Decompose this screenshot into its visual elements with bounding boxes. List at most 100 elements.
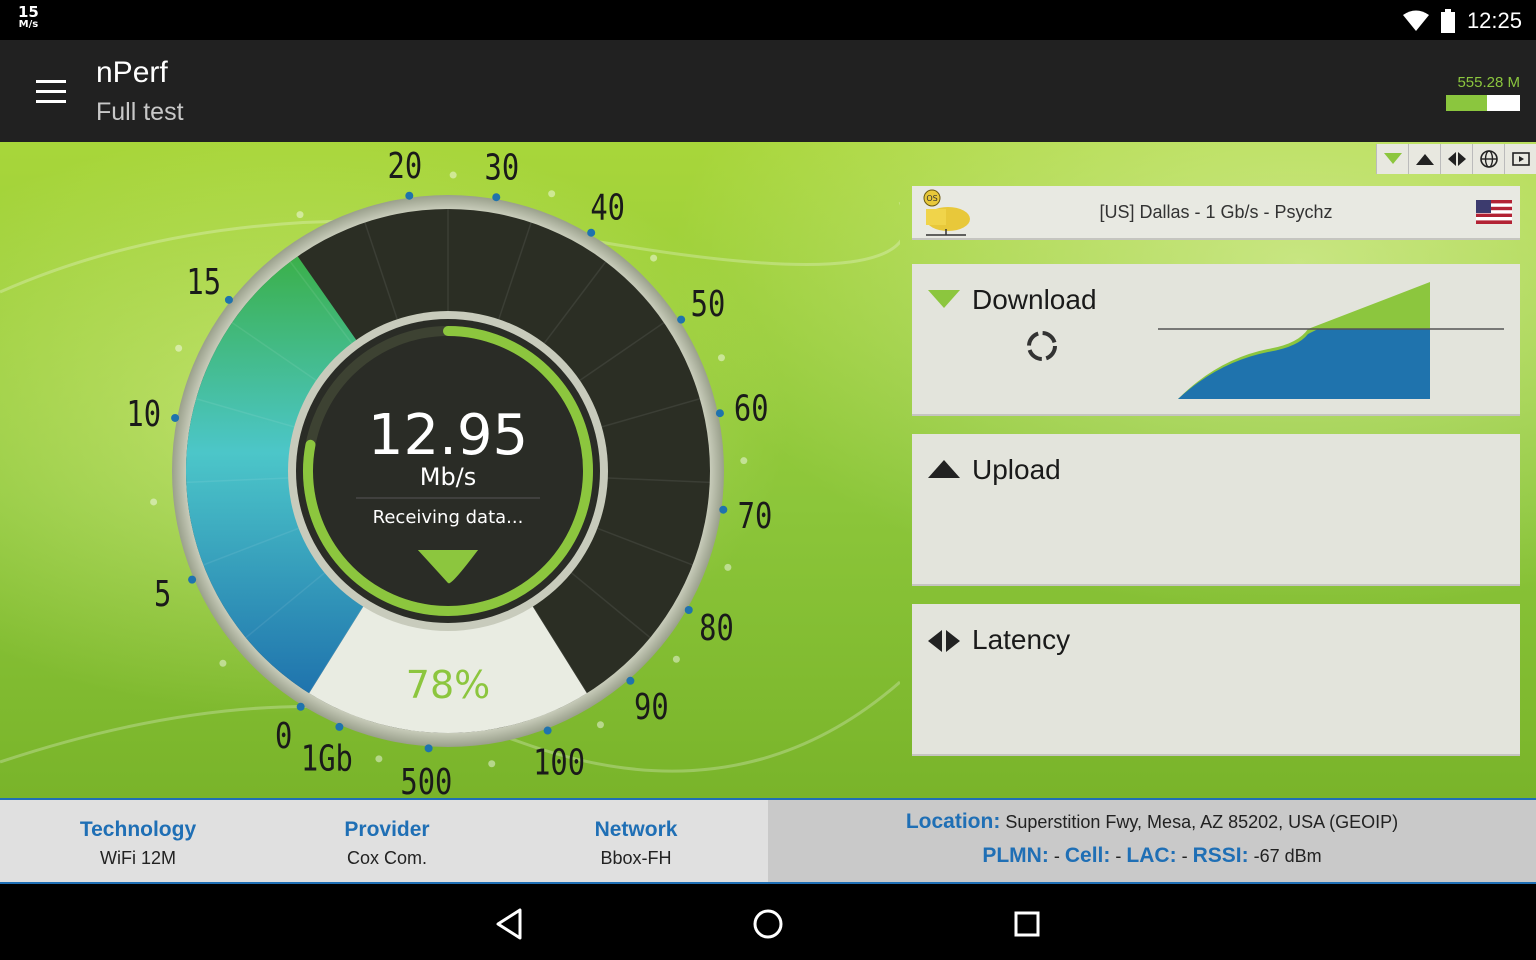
gauge-minor-tick [717,354,725,362]
gauge-tick-mark [677,315,686,324]
tab-upload[interactable] [1408,144,1440,174]
clock: 12:25 [1466,8,1522,33]
status-bar: 15 M/s 12:25 [0,0,1536,40]
us-flag-icon [1476,200,1512,224]
browse-icon [1511,152,1530,166]
gauge-tick-mark [171,413,180,422]
technology-value: WiFi 12M [100,848,176,868]
cell-label: Cell: [1064,844,1111,867]
gauge-scale-label: 50 [691,283,726,325]
data-usage-indicator: 555.28 M [1446,74,1520,111]
gauge-tick-mark [719,505,728,514]
rssi-value: -67 dBm [1253,846,1322,866]
upload-icon [1415,154,1434,165]
main-panel: 0 5 10 15 20 30 40 50 60 70 80 90 100 500 1Gb 12.95 Mb… [0,142,1536,798]
home-icon[interactable] [748,904,788,944]
network-speed-indicator: 15 M/s [18,5,39,31]
gauge-minor-tick [150,498,158,506]
gauge-minor-tick [488,760,496,768]
download-icon [928,290,960,308]
gauge-tick-mark [296,702,305,711]
provider-value: Cox Com. [346,848,427,868]
location-label: Location: [905,810,1001,833]
technology-info: Technology WiFi 12M [18,818,258,869]
latency-icon [928,630,960,652]
server-selector[interactable]: OS [US] Dallas - 1 Gb/s - Psychz [912,186,1520,240]
globe-icon [1479,150,1498,168]
hamburger-menu-icon[interactable] [28,72,74,112]
gauge-scale-label: 5 [154,573,171,615]
download-icon [1383,153,1402,164]
gauge-scale-label: 30 [485,147,520,189]
gauge-scale-label: 80 [699,607,734,649]
gauge-minor-tick [596,721,604,729]
gauge-tick-mark [626,676,635,685]
provider-info: Provider Cox Com. [267,818,507,869]
gauge-scale-label: 90 [634,686,669,728]
system-nav-bar [0,884,1536,960]
data-usage-fill [1446,95,1487,111]
gauge-tick-mark [715,409,724,418]
gauge-tick-mark [684,606,693,614]
speed-value: 12.95 [368,403,528,468]
speed-gauge: 0 5 10 15 20 30 40 50 60 70 80 90 100 500 1Gb 12.95 Mb… [0,145,900,798]
gauge-minor-tick [650,254,658,262]
rssi-label: RSSI: [1192,844,1249,867]
upload-card[interactable]: Upload [912,434,1520,586]
tab-download[interactable] [1376,144,1408,174]
latency-card[interactable]: Latency [912,604,1520,756]
gauge-scale-label: 60 [734,387,769,429]
upload-label: Upload [972,454,1061,485]
location-value: Superstition Fwy, Mesa, AZ 85202, USA (G… [1005,812,1399,832]
technology-label: Technology [79,818,197,841]
tab-browse[interactable] [1472,144,1504,174]
gauge-tick-mark [405,191,414,200]
plmn-value: - [1053,846,1060,866]
gauge-scale-label: 10 [126,393,161,435]
latency-label: Latency [972,624,1071,655]
gauge-tick-mark [543,726,552,735]
lac-value: - [1181,846,1188,866]
app-title: nPerf [96,56,168,89]
download-card[interactable]: Download [912,264,1520,416]
app-bar: nPerf Full test 555.28 M [0,40,1536,142]
gauge-tick-mark [587,228,596,237]
loading-spinner-icon [1027,331,1057,361]
recents-icon[interactable] [1007,904,1047,944]
lac-label: LAC: [1126,844,1177,867]
upload-icon [928,460,960,478]
network-info: Network Bbox-FH [516,818,756,869]
tab-stream[interactable] [1504,144,1536,174]
network-value: Bbox-FH [600,848,672,868]
data-usage-bar [1446,95,1520,111]
app-subtitle: Full test [96,98,184,126]
plmn-label: PLMN: [982,844,1049,867]
speed-unit: Mb/s [420,463,477,491]
gauge-scale-label: 0 [275,715,292,757]
gauge-minor-tick [175,344,183,352]
tab-latency[interactable] [1440,144,1472,174]
gauge-scale-label: 15 [186,261,221,303]
gauge-tick-mark [224,295,233,304]
gauge-minor-tick [724,563,732,571]
network-label: Network [594,818,678,841]
gauge-minor-tick [375,755,383,763]
battery-icon [1440,9,1455,33]
gauge-tick-mark [424,744,433,753]
latency-icon [1447,152,1466,166]
provider-label: Provider [344,818,430,841]
back-icon[interactable] [490,904,530,944]
status-text: Receiving data... [373,507,524,528]
gauge-scale-label: 40 [590,186,625,228]
gauge-scale-label: 1Gb [301,737,353,779]
test-mode-tabs [1376,144,1536,174]
cell-value: - [1115,846,1122,866]
gauge-minor-tick [449,171,457,179]
download-label: Download [972,284,1097,315]
gauge-tick-mark [188,575,197,584]
gauge-minor-tick [296,211,304,219]
wifi-icon [1402,10,1429,31]
progress-percent: 78% [406,663,490,707]
gauge-minor-tick [740,457,748,465]
gauge-minor-tick [219,659,227,667]
